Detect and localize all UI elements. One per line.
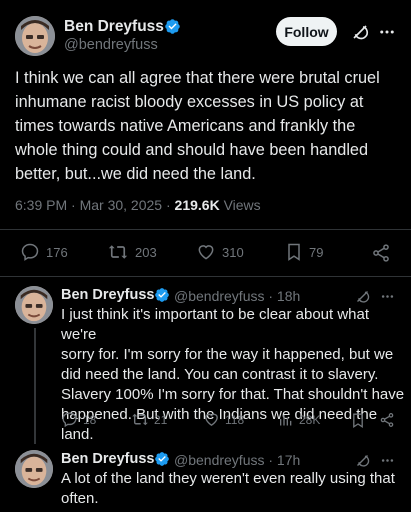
views-label: Views xyxy=(219,197,261,213)
repost-icon xyxy=(108,245,128,259)
repost-button[interactable]: 21 xyxy=(131,411,167,428)
more-options-icon[interactable] xyxy=(376,21,398,43)
more-options-icon[interactable] xyxy=(378,451,396,469)
avatar[interactable] xyxy=(15,450,53,488)
bookmark-icon xyxy=(288,243,300,261)
share-icon[interactable] xyxy=(378,411,396,429)
more-options-icon[interactable] xyxy=(378,287,396,305)
author-handle-time[interactable]: @bendreyfuss · 17h xyxy=(174,452,300,468)
reply-button[interactable]: 176 xyxy=(20,242,68,262)
reply-icon xyxy=(62,412,77,428)
heart-icon xyxy=(205,413,218,426)
author-handle[interactable]: @bendreyfuss xyxy=(64,37,158,53)
reply-button[interactable]: 18 xyxy=(61,411,96,428)
heart-icon xyxy=(198,245,214,260)
reply-text: A lot of the land they weren't even real… xyxy=(61,470,395,507)
verified-badge-icon xyxy=(164,18,181,40)
tweet-text: I think we can all agree that there were… xyxy=(15,69,380,183)
divider xyxy=(0,276,411,277)
author-name[interactable]: Ben Dreyfuss xyxy=(61,287,154,303)
tweet-timestamp[interactable]: 6:39 PM · Mar 30, 2025 · xyxy=(15,197,175,213)
grok-icon[interactable] xyxy=(349,21,371,43)
share-icon[interactable] xyxy=(370,242,392,264)
like-button[interactable]: 310 xyxy=(196,242,244,262)
divider xyxy=(0,229,411,230)
tweet-meta: 6:39 PM · Mar 30, 2025 · 219.6K Views xyxy=(15,197,261,213)
bookmark-icon[interactable] xyxy=(350,411,366,429)
views-count: 219.6K xyxy=(174,197,220,213)
author-name[interactable]: Ben Dreyfuss xyxy=(61,451,154,467)
views-button[interactable]: 28K xyxy=(278,411,320,428)
author-handle-time[interactable]: @bendreyfuss · 18h xyxy=(174,288,300,304)
reply-icon xyxy=(21,243,39,261)
like-button[interactable]: 118 xyxy=(203,411,244,428)
analytics-icon xyxy=(280,414,292,426)
grok-icon[interactable] xyxy=(353,287,371,305)
bookmark-button[interactable]: 79 xyxy=(285,242,323,262)
follow-button[interactable]: Follow xyxy=(276,17,337,46)
avatar[interactable] xyxy=(15,286,53,324)
grok-icon[interactable] xyxy=(353,451,371,469)
thread-line xyxy=(34,328,36,444)
author-name[interactable]: Ben Dreyfuss xyxy=(64,18,164,36)
repost-icon xyxy=(132,413,148,426)
avatar[interactable] xyxy=(15,16,55,56)
repost-button[interactable]: 203 xyxy=(107,242,157,262)
